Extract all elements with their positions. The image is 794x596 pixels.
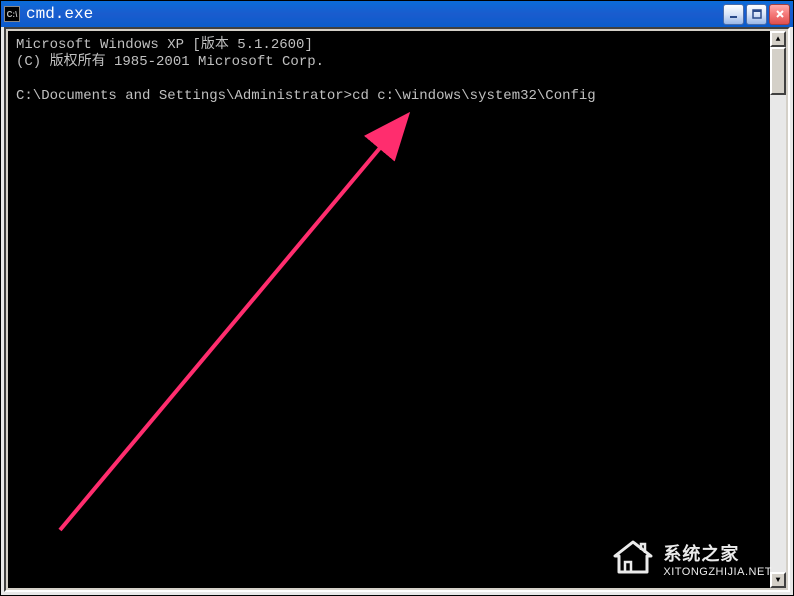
watermark-url: XITONGZHIJIA.NET bbox=[663, 566, 772, 578]
scroll-down-button[interactable]: ▼ bbox=[770, 572, 786, 588]
terminal-line: Microsoft Windows XP [版本 5.1.2600] bbox=[16, 37, 313, 53]
minimize-button[interactable] bbox=[723, 4, 744, 25]
window-title: cmd.exe bbox=[26, 5, 723, 23]
terminal-line: (C) 版权所有 1985-2001 Microsoft Corp. bbox=[16, 54, 324, 70]
cmd-window: C:\ cmd.exe Microsoft Windows XP [版本 5.1… bbox=[0, 0, 794, 596]
watermark-title: 系统之家 bbox=[663, 540, 772, 566]
cmd-icon: C:\ bbox=[4, 6, 20, 22]
prompt-text: C:\Documents and Settings\Administrator> bbox=[16, 88, 352, 104]
maximize-button[interactable] bbox=[746, 4, 767, 25]
watermark-logo-icon bbox=[611, 540, 655, 578]
scroll-thumb[interactable] bbox=[770, 47, 786, 95]
titlebar[interactable]: C:\ cmd.exe bbox=[1, 1, 793, 27]
scroll-up-button[interactable]: ▲ bbox=[770, 31, 786, 47]
window-client-area: Microsoft Windows XP [版本 5.1.2600] (C) 版… bbox=[4, 27, 790, 592]
terminal-output[interactable]: Microsoft Windows XP [版本 5.1.2600] (C) 版… bbox=[8, 31, 770, 588]
vertical-scrollbar[interactable]: ▲ ▼ bbox=[770, 31, 786, 588]
terminal-prompt-line: C:\Documents and Settings\Administrator>… bbox=[16, 88, 596, 104]
window-controls bbox=[723, 4, 790, 25]
close-button[interactable] bbox=[769, 4, 790, 25]
watermark: 系统之家 XITONGZHIJIA.NET bbox=[611, 540, 772, 578]
watermark-text: 系统之家 XITONGZHIJIA.NET bbox=[663, 540, 772, 578]
scroll-track[interactable] bbox=[770, 47, 786, 572]
command-text: cd c:\windows\system32\Config bbox=[352, 88, 596, 104]
